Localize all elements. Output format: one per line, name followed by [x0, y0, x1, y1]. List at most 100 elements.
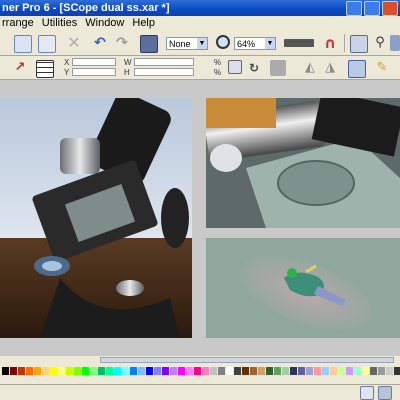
palette-swatch[interactable] — [378, 367, 385, 375]
palette-swatch[interactable] — [234, 367, 241, 375]
objective-closeup-illustration[interactable] — [204, 90, 400, 228]
palette-swatch[interactable] — [42, 367, 49, 375]
scale-lines-icon[interactable] — [270, 60, 286, 76]
menu-arrange[interactable]: rrange — [2, 16, 34, 30]
zoom-icon[interactable] — [216, 35, 230, 49]
zoom-select[interactable]: 64% ▼ — [234, 37, 276, 50]
palette-swatch[interactable] — [290, 367, 297, 375]
undo-icon[interactable]: ↶ — [92, 35, 108, 51]
palette-swatch[interactable] — [178, 367, 185, 375]
window-controls — [346, 1, 398, 16]
h-label: H — [124, 68, 130, 77]
rotate-icon[interactable]: ↻ — [246, 60, 262, 76]
palette-swatch[interactable] — [314, 367, 321, 375]
specimen-illustration[interactable] — [206, 238, 400, 338]
palette-swatch[interactable] — [122, 367, 129, 375]
palette-swatch[interactable] — [306, 367, 313, 375]
palette-swatch[interactable] — [58, 367, 65, 375]
drawing-workspace[interactable] — [0, 80, 400, 356]
magnet-icon[interactable]: ∩ — [322, 35, 338, 51]
zoom-slider[interactable] — [284, 39, 314, 47]
palette-swatch[interactable] — [66, 367, 73, 375]
menu-help[interactable]: Help — [132, 16, 155, 30]
menu-bar: rrange Utilities Window Help — [0, 16, 400, 30]
palette-swatch[interactable] — [298, 367, 305, 375]
x-position-field[interactable] — [72, 58, 116, 66]
palette-swatch[interactable] — [242, 367, 249, 375]
palette-swatch[interactable] — [274, 367, 281, 375]
chevron-down-icon: ▼ — [265, 38, 275, 49]
palette-swatch[interactable] — [258, 367, 265, 375]
palette-swatch[interactable] — [226, 367, 233, 375]
palette-swatch[interactable] — [194, 367, 201, 375]
palette-swatch[interactable] — [218, 367, 225, 375]
menu-window[interactable]: Window — [85, 16, 124, 30]
maximize-button[interactable] — [364, 1, 380, 16]
palette-swatch[interactable] — [2, 367, 9, 375]
palette-swatch[interactable] — [394, 367, 400, 375]
width-field[interactable] — [134, 58, 194, 66]
scale-y-percent-label: % — [214, 68, 222, 77]
menu-utilities[interactable]: Utilities — [42, 16, 77, 30]
microscope-illustration[interactable] — [0, 92, 192, 338]
delete-icon[interactable]: ✕ — [66, 35, 82, 51]
redo-icon[interactable]: ↷ — [114, 35, 130, 51]
palette-swatch[interactable] — [74, 367, 81, 375]
horizontal-scrollbar[interactable] — [100, 357, 394, 363]
palette-swatch[interactable] — [330, 367, 337, 375]
palette-swatch[interactable] — [386, 367, 393, 375]
more-icon[interactable] — [390, 35, 400, 51]
selector-mode-icon[interactable] — [348, 60, 366, 78]
copy-icon[interactable] — [14, 35, 32, 53]
lock-aspect-icon[interactable] — [228, 60, 242, 74]
zoom-value: 64% — [237, 39, 256, 49]
selector-tool-icon[interactable]: ↗ — [12, 60, 28, 76]
options-icon[interactable] — [350, 35, 368, 53]
palette-swatch[interactable] — [130, 367, 137, 375]
flip-horizontal-icon[interactable]: ◭ — [302, 60, 318, 76]
palette-swatch[interactable] — [322, 367, 329, 375]
w-label: W — [124, 58, 132, 67]
bring-to-front-icon[interactable] — [140, 35, 158, 53]
palette-swatch[interactable] — [146, 367, 153, 375]
palette-swatch[interactable] — [162, 367, 169, 375]
palette-swatch[interactable] — [26, 367, 33, 375]
palette-swatch[interactable] — [210, 367, 217, 375]
quality-value: None — [169, 39, 191, 49]
palette-swatch[interactable] — [282, 367, 289, 375]
palette-swatch[interactable] — [250, 367, 257, 375]
link-icon[interactable]: ⚲ — [372, 35, 388, 51]
palette-swatch[interactable] — [98, 367, 105, 375]
palette-swatch[interactable] — [186, 367, 193, 375]
palette-swatch[interactable] — [10, 367, 17, 375]
y-position-field[interactable] — [72, 68, 116, 76]
palette-swatch[interactable] — [106, 367, 113, 375]
palette-swatch[interactable] — [90, 367, 97, 375]
height-field[interactable] — [134, 68, 194, 76]
palette-swatch[interactable] — [114, 367, 121, 375]
palette-swatch[interactable] — [50, 367, 57, 375]
palette-swatch[interactable] — [82, 367, 89, 375]
flip-vertical-icon[interactable]: ◮ — [322, 60, 338, 76]
palette-swatch[interactable] — [362, 367, 369, 375]
palette-swatch[interactable] — [338, 367, 345, 375]
palette-swatch[interactable] — [18, 367, 25, 375]
palette-swatch[interactable] — [34, 367, 41, 375]
info-bar: ↗ X Y W H % % ↻ ◭ ◮ ✎ — [0, 56, 400, 80]
label-icon[interactable]: ✎ — [374, 60, 390, 76]
palette-swatch[interactable] — [154, 367, 161, 375]
snap-icon[interactable] — [360, 386, 374, 400]
refresh-icon[interactable] — [378, 386, 392, 400]
palette-swatch[interactable] — [138, 367, 145, 375]
quality-select[interactable]: None ▼ — [166, 37, 208, 50]
close-button[interactable] — [382, 1, 398, 16]
grid-icon[interactable] — [36, 60, 54, 78]
palette-swatch[interactable] — [266, 367, 273, 375]
palette-swatch[interactable] — [202, 367, 209, 375]
palette-swatch[interactable] — [354, 367, 361, 375]
paste-icon[interactable] — [38, 35, 56, 53]
palette-swatch[interactable] — [370, 367, 377, 375]
minimize-button[interactable] — [346, 1, 362, 16]
palette-swatch[interactable] — [170, 367, 177, 375]
palette-swatch[interactable] — [346, 367, 353, 375]
